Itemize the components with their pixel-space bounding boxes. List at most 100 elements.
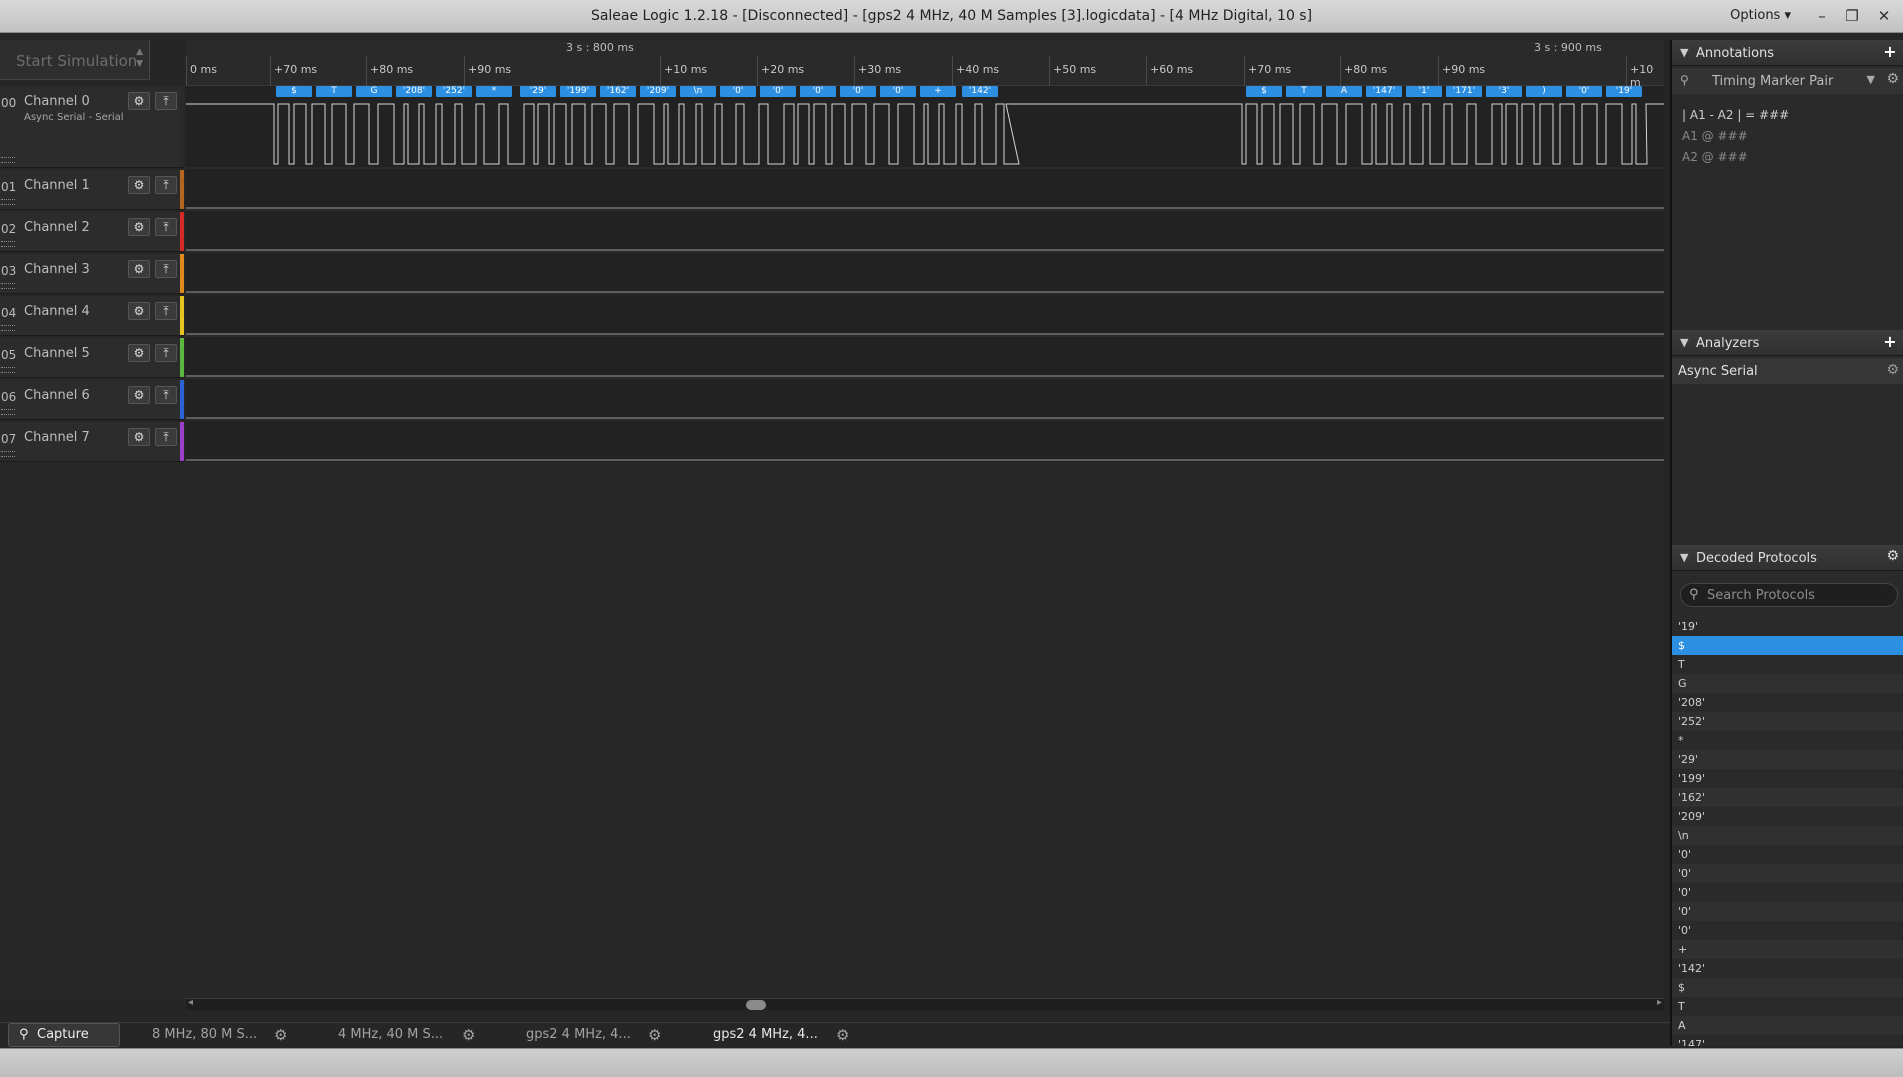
gear-icon[interactable]: ⚙ xyxy=(648,1023,661,1047)
channel-row-03[interactable]: 03 Channel 3 ⚙ ⤒ xyxy=(0,254,184,294)
decoded-row[interactable]: '0' xyxy=(1672,921,1903,940)
gear-icon[interactable]: ⚙ xyxy=(128,92,150,110)
add-analyzer-button[interactable]: + xyxy=(1881,333,1899,351)
gear-icon[interactable]: ⚙ xyxy=(128,302,150,320)
horizontal-scrollbar[interactable]: ◂ ▸ xyxy=(186,997,1664,1010)
decoded-row[interactable]: T xyxy=(1672,997,1903,1016)
drag-handle[interactable] xyxy=(1,451,15,457)
gear-icon[interactable]: ⚙ xyxy=(836,1023,849,1047)
channel-name[interactable]: Channel 0 xyxy=(24,94,90,109)
dropdown-icon[interactable]: ▼ xyxy=(1867,73,1875,86)
decoded-row[interactable]: '142' xyxy=(1672,959,1903,978)
trigger-icon[interactable]: ⤒ xyxy=(155,218,177,236)
channel-row-01[interactable]: 01 Channel 1 ⚙ ⤒ xyxy=(0,170,184,210)
decoded-row[interactable]: $ xyxy=(1672,978,1903,997)
search-protocols-input[interactable]: ⚲ Search Protocols xyxy=(1680,583,1898,607)
add-annotation-button[interactable]: + xyxy=(1881,43,1899,61)
decoded-row[interactable]: '208' xyxy=(1672,693,1903,712)
channel-name[interactable]: Channel 6 xyxy=(24,388,90,403)
session-tab[interactable]: gps2 4 MHz, 4... xyxy=(526,1023,631,1047)
decoded-row[interactable]: * xyxy=(1672,731,1903,750)
decoded-protocols-header[interactable]: ▼ Decoded Protocols ⚙ xyxy=(1672,545,1903,571)
scroll-thumb[interactable] xyxy=(746,1000,766,1010)
decoded-row[interactable]: '199' xyxy=(1672,769,1903,788)
channel-row-00[interactable]: 00 Channel 0 Async Serial - Serial ⚙ ⤒ xyxy=(0,86,184,168)
channel-name[interactable]: Channel 2 xyxy=(24,220,90,235)
close-button[interactable]: ✕ xyxy=(1869,4,1899,28)
start-simulation-button[interactable]: Start Simulation ▲ ▼ xyxy=(0,40,150,80)
channel-name[interactable]: Channel 7 xyxy=(24,430,90,445)
channel-name[interactable]: Channel 3 xyxy=(24,262,90,277)
trigger-icon[interactable]: ⤒ xyxy=(155,92,177,110)
drag-handle[interactable] xyxy=(1,409,15,415)
decoded-row[interactable]: T xyxy=(1672,655,1903,674)
collapse-icon[interactable]: ▼ xyxy=(1680,551,1688,564)
session-tab[interactable]: 8 MHz, 80 M S... xyxy=(152,1023,257,1047)
waveform-area[interactable]: $ T G '208' '252' * '29' '199' '162' '209' \n '0' '0… xyxy=(186,86,1664,462)
drag-handle[interactable] xyxy=(1,157,15,163)
drag-handle[interactable] xyxy=(1,199,15,205)
trigger-icon[interactable]: ⤒ xyxy=(155,260,177,278)
trigger-icon[interactable]: ⤒ xyxy=(155,344,177,362)
drag-handle[interactable] xyxy=(1,325,15,331)
decoded-row[interactable]: '0' xyxy=(1672,883,1903,902)
time-ruler[interactable]: 3 s : 800 ms 3 s : 900 ms 0 ms +70 ms +80 … xyxy=(186,40,1664,89)
collapse-icon[interactable]: ▼ xyxy=(1680,46,1688,59)
drag-handle[interactable] xyxy=(1,241,15,247)
decoded-row[interactable]: '29' xyxy=(1672,750,1903,769)
trigger-icon[interactable]: ⤒ xyxy=(155,176,177,194)
decoded-row[interactable]: \n xyxy=(1672,826,1903,845)
decoded-row[interactable]: '252' xyxy=(1672,712,1903,731)
channel-row-05[interactable]: 05 Channel 5 ⚙ ⤒ xyxy=(0,338,184,378)
timing-marker-pair[interactable]: ⚲ Timing Marker Pair ▼ ⚙ xyxy=(1672,68,1903,94)
gear-icon[interactable]: ⚙ xyxy=(128,176,150,194)
gear-icon[interactable]: ⚙ xyxy=(274,1023,287,1047)
gear-icon[interactable]: ⚙ xyxy=(1886,362,1899,378)
channel-row-07[interactable]: 07 Channel 7 ⚙ ⤒ xyxy=(0,422,184,462)
drag-handle[interactable] xyxy=(1,283,15,289)
decoded-row[interactable]: '162' xyxy=(1672,788,1903,807)
decoded-protocols-list[interactable]: '19' $ T G '208' '252' * '29' '199' '162' '209' \n '… xyxy=(1672,617,1903,1046)
gear-icon[interactable]: ⚙ xyxy=(462,1023,475,1047)
decoded-row[interactable]: '0' xyxy=(1672,845,1903,864)
trigger-icon[interactable]: ⤒ xyxy=(155,386,177,404)
capture-button[interactable]: ⚲ Capture xyxy=(8,1023,120,1047)
decoded-row[interactable]: G xyxy=(1672,674,1903,693)
trigger-icon[interactable]: ⤒ xyxy=(155,302,177,320)
trigger-icon[interactable]: ⤒ xyxy=(155,428,177,446)
decoded-row[interactable]: A xyxy=(1672,1016,1903,1035)
scroll-right-icon[interactable]: ▸ xyxy=(1657,997,1662,1008)
channel-row-04[interactable]: 04 Channel 4 ⚙ ⤒ xyxy=(0,296,184,336)
session-tab[interactable]: 4 MHz, 40 M S... xyxy=(338,1023,443,1047)
channel-row-02[interactable]: 02 Channel 2 ⚙ ⤒ xyxy=(0,212,184,252)
decoded-row[interactable]: '209' xyxy=(1672,807,1903,826)
collapse-icon[interactable]: ▼ xyxy=(1680,336,1688,349)
gear-icon[interactable]: ⚙ xyxy=(1886,71,1899,87)
decoded-row[interactable]: '147' xyxy=(1672,1035,1903,1046)
decoded-row[interactable]: + xyxy=(1672,940,1903,959)
decoded-row[interactable]: $ xyxy=(1672,636,1903,655)
simulation-spinner-icon[interactable]: ▲ ▼ xyxy=(136,46,143,70)
channel-name[interactable]: Channel 5 xyxy=(24,346,90,361)
decoded-row[interactable]: '19' xyxy=(1672,617,1903,636)
minimize-button[interactable]: – xyxy=(1807,4,1837,28)
session-tab-active[interactable]: gps2 4 MHz, 4... xyxy=(713,1023,818,1047)
gear-icon[interactable]: ⚙ xyxy=(128,386,150,404)
channel-row-06[interactable]: 06 Channel 6 ⚙ ⤒ xyxy=(0,380,184,420)
gear-icon[interactable]: ⚙ xyxy=(1886,548,1899,564)
channel-name[interactable]: Channel 1 xyxy=(24,178,90,193)
decoded-row[interactable]: '0' xyxy=(1672,864,1903,883)
gear-icon[interactable]: ⚙ xyxy=(128,344,150,362)
scroll-left-icon[interactable]: ◂ xyxy=(188,997,193,1008)
options-menu[interactable]: Options ▾ xyxy=(1730,8,1791,23)
drag-handle[interactable] xyxy=(1,367,15,373)
channel-name[interactable]: Channel 4 xyxy=(24,304,90,319)
gear-icon[interactable]: ⚙ xyxy=(128,260,150,278)
decoded-row[interactable]: '0' xyxy=(1672,902,1903,921)
gear-icon[interactable]: ⚙ xyxy=(128,218,150,236)
gear-icon[interactable]: ⚙ xyxy=(128,428,150,446)
maximize-button[interactable]: ❐ xyxy=(1837,4,1867,28)
annotations-header[interactable]: ▼ Annotations + xyxy=(1672,40,1903,66)
analyzer-async-serial[interactable]: Async Serial ⚙ xyxy=(1672,358,1903,384)
analyzers-header[interactable]: ▼ Analyzers + xyxy=(1672,330,1903,356)
